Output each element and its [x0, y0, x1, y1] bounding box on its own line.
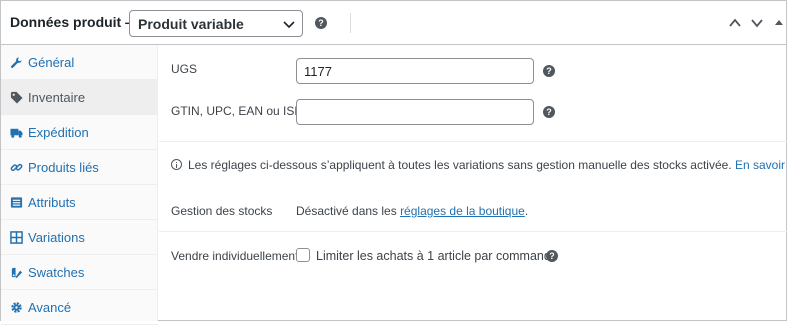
tag-icon	[10, 91, 23, 104]
help-icon[interactable]: ?	[315, 17, 327, 29]
stock-status-end: .	[524, 204, 529, 218]
grid-icon	[10, 231, 23, 244]
gtin-input[interactable]	[296, 99, 534, 125]
gtin-help-icon[interactable]: ?	[543, 106, 555, 118]
tab-shipping[interactable]: Expédition	[1, 115, 158, 150]
store-settings-link[interactable]: réglages de la boutique	[400, 204, 525, 218]
sold-individually-checkbox[interactable]	[296, 248, 310, 262]
product-type-value: Produit variable	[138, 16, 244, 32]
notice-text: Les réglages ci-dessous s’appliquent à t…	[188, 158, 732, 172]
tab-label: Swatches	[28, 265, 85, 280]
tab-label: Avancé	[28, 300, 72, 315]
sku-help-icon[interactable]: ?	[543, 65, 555, 77]
section-divider	[159, 141, 787, 142]
link-icon	[10, 163, 23, 172]
collapse-toggle-icon[interactable]	[771, 15, 787, 31]
header-divider	[350, 13, 351, 33]
sku-value: 1177	[304, 64, 332, 79]
sold-individually-option[interactable]: Limiter les achats à 1 article par comma…	[316, 249, 558, 263]
sku-label: UGS	[171, 62, 198, 76]
tab-variations[interactable]: Variations	[1, 220, 158, 255]
tab-label: Inventaire	[28, 90, 86, 105]
gtin-label: GTIN, UPC, EAN ou ISBN	[171, 104, 312, 118]
sold-individually-label: Vendre individuellement	[171, 249, 299, 263]
stock-management-status: Désactivé dans les réglages de la boutiq…	[296, 204, 528, 218]
tab-swatches[interactable]: Swatches	[1, 255, 158, 290]
chevron-down-icon	[283, 21, 295, 29]
tab-label: Expédition	[28, 125, 89, 140]
product-type-select[interactable]: Produit variable	[129, 10, 303, 37]
tab-attributes[interactable]: Attributs	[1, 185, 158, 220]
tab-advanced[interactable]: Avancé	[1, 290, 158, 325]
panel-title: Données produit —	[10, 14, 140, 30]
learn-more-link[interactable]: En savoir plus	[735, 158, 787, 172]
panel-header: Données produit — Produit variable ?	[1, 1, 786, 45]
tab-inventory[interactable]: Inventaire	[1, 80, 158, 115]
truck-icon	[10, 128, 23, 138]
product-data-panel: Données produit — Produit variable ? Gén…	[0, 0, 787, 325]
tab-label: Attributs	[28, 195, 76, 210]
swatches-icon	[11, 267, 23, 279]
tab-linked-products[interactable]: Produits liés	[1, 150, 158, 185]
list-icon	[10, 197, 23, 208]
tab-label: Variations	[28, 230, 85, 245]
section-divider	[159, 231, 787, 232]
wrench-icon	[11, 57, 22, 68]
variations-notice: Les réglages ci-dessous s’appliquent à t…	[188, 158, 787, 172]
sold-individually-help-icon[interactable]: ?	[546, 250, 558, 262]
tab-label: Produits liés	[28, 160, 99, 175]
stock-status-text: Désactivé dans les	[296, 204, 397, 218]
product-data-tabs: Général Inventaire Expédition Produits l…	[1, 45, 158, 325]
gear-icon	[11, 302, 22, 313]
tab-general[interactable]: Général	[1, 45, 158, 80]
stock-management-label: Gestion des stocks	[171, 204, 273, 218]
move-down-icon[interactable]	[749, 15, 765, 31]
info-icon	[171, 159, 182, 170]
tab-label: Général	[28, 55, 75, 70]
sku-input[interactable]: 1177	[296, 58, 534, 84]
move-up-icon[interactable]	[727, 15, 743, 31]
